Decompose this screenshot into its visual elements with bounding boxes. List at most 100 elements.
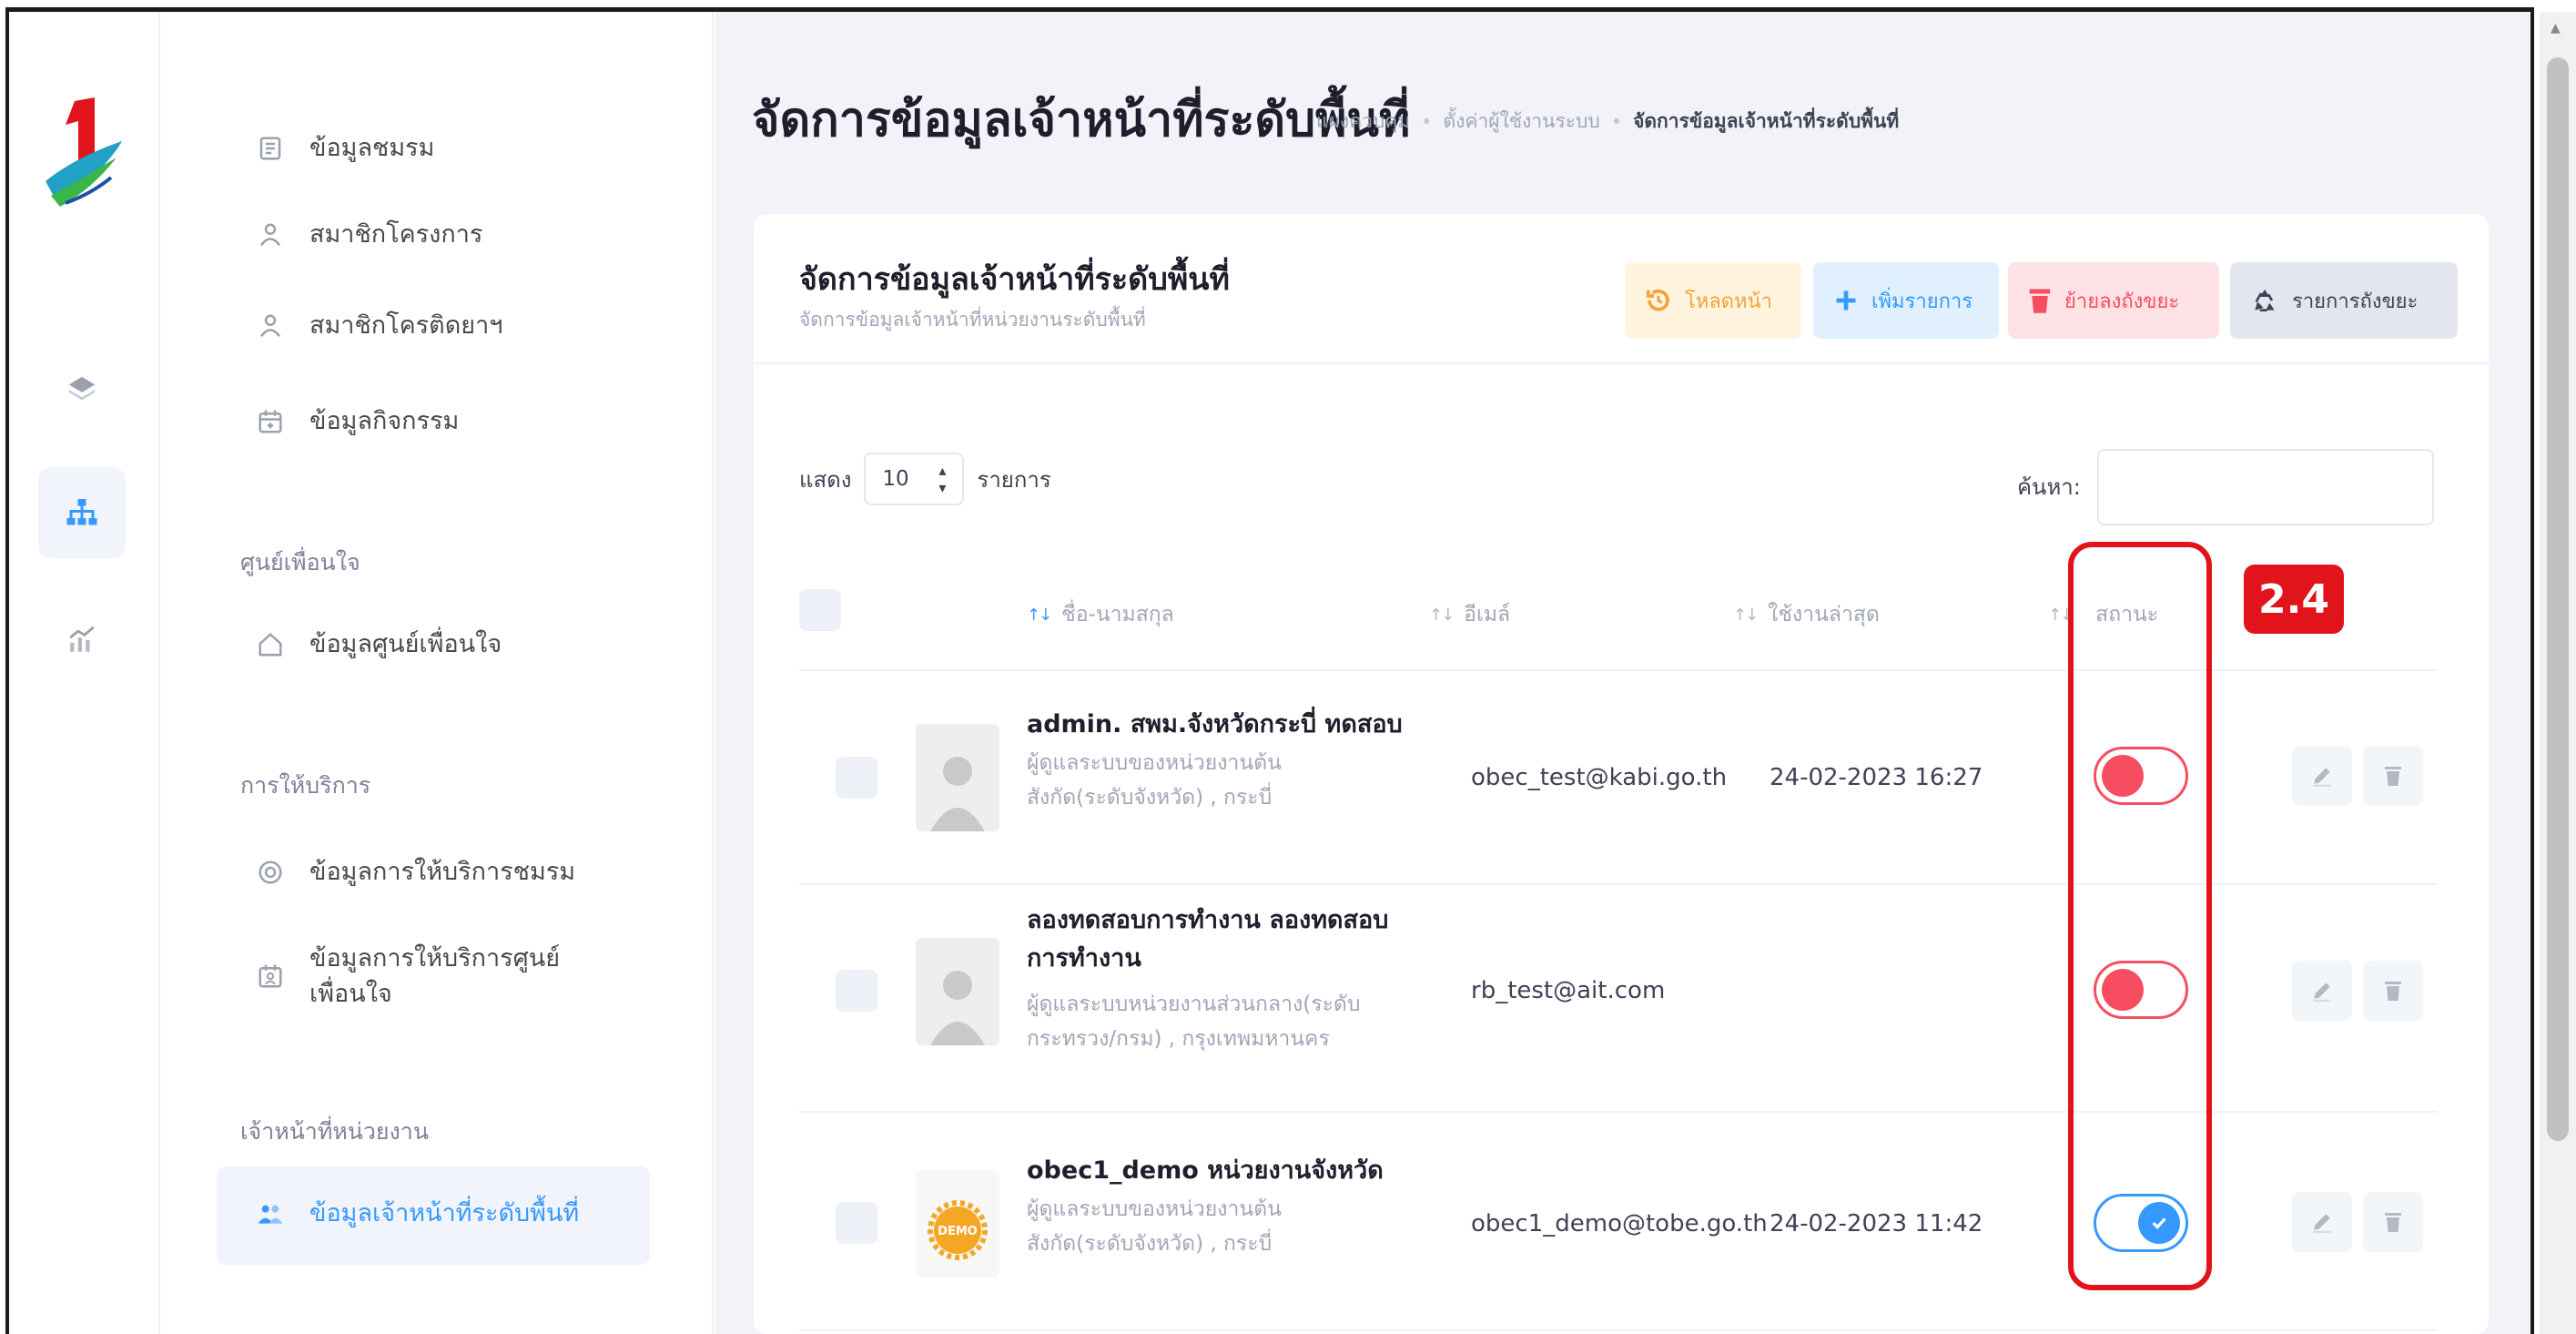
sidebar-item-label: ข้อมูลชมรม [309,134,435,162]
column-header-email[interactable]: ↑↓ อีเมล์ [1429,598,1510,631]
staff-email: obec_test@kabi.go.th [1471,764,1728,791]
add-label: เพิ่มรายการ [1871,290,1973,313]
label-line: เพื่อนใจ [309,980,392,1009]
staff-name: obec1_demo หน่วยงานจังหวัด [1027,1156,1384,1185]
staff-role-line: ผู้ดูแลระบบของหน่วยงานต้น [1027,1197,1282,1221]
page-scrollbar[interactable]: ▲ [2540,12,2576,1334]
sidebar-item-service-center[interactable]: ข้อมูลการให้บริการศูนย์เพื่อนใจ [253,941,560,1012]
row-checkbox[interactable] [836,970,877,1012]
section-heading-center: ศูนย์เพื่อนใจ [240,549,360,575]
user-placeholder-icon [930,971,985,1045]
trash-icon [2385,767,2401,786]
sidebar-item-label: ข้อมูลเจ้าหน้าที่ระดับพื้นที่ [309,1199,580,1227]
search-label: ค้นหา: [2017,474,2081,500]
plus-icon [1836,290,1856,311]
items-label: รายการ [977,466,1051,493]
sidebar-item-label: สมาชิกโครงการ [309,220,483,249]
column-header-name[interactable]: ↑↓ ชื่อ-นามสกุล [1027,598,1174,631]
staff-role-line: กระทรวง/กรม) , กรุงเทพมหานคร [1027,1026,1330,1051]
staff-email: obec1_demo@tobe.go.th [1471,1210,1768,1237]
page-size-select[interactable]: 10 ▴ ▾ [864,453,965,505]
show-label: แสดง [799,466,852,493]
edit-button[interactable] [2292,961,2352,1021]
rail-chart-button[interactable] [38,595,126,686]
edit-button[interactable] [2292,746,2352,806]
rail-sitemap-button[interactable] [38,467,126,558]
sidebar-item-project-members[interactable]: สมาชิกโครงการ [253,217,482,252]
sidebar-item-label: สมาชิกโครติดยาฯ [309,311,503,340]
users-icon [253,1197,288,1231]
user-placeholder-icon [930,757,985,831]
sidebar-item-label: ข้อมูลการให้บริการชมรม [309,858,576,886]
home-icon [253,627,288,662]
staff-role-line: สังกัด(ระดับจังหวัด) , กระบี่ [1027,1231,1273,1256]
add-item-button[interactable]: เพิ่มรายการ [1813,262,1999,339]
sort-icon: ↑↓ [1429,605,1455,625]
recycle-icon [2255,290,2275,311]
breadcrumb-item[interactable]: ตั้งค่าผู้ใช้งานระบบ [1444,107,1600,137]
sidebar-item-club[interactable]: ข้อมูลชมรม [253,130,434,166]
step-badge: 2.4 [2244,565,2344,634]
scroll-up-icon[interactable]: ▲ [2551,21,2561,36]
scroll-thumb[interactable] [2547,57,2569,1141]
card-header: จัดการข้อมูลเจ้าหน้าที่ระดับพื้นที่ จัดก… [754,214,2489,364]
delete-button[interactable] [2363,1192,2423,1252]
sort-icon: ↑↓ [1027,605,1052,625]
page-size-value: 10 [882,467,909,491]
sidebar-item-staff[interactable]: ข้อมูลเจ้าหน้าที่ระดับพื้นที่ [253,1196,579,1231]
trash-label: ย้ายลงถังขยะ [2064,290,2180,313]
club-icon [253,131,288,166]
calendar-icon [253,404,288,439]
sidebar-item-label: ข้อมูลกิจกรรม [309,407,460,435]
trash-icon [2385,1213,2401,1232]
column-header-label: อีเมล์ [1464,603,1511,626]
search-input[interactable] [2097,449,2434,525]
staff-name: admin. สพม.จังหวัดกระบี่ ทดสอบ [1027,710,1403,738]
breadcrumb-item[interactable]: แผงควบคุม [1316,107,1410,137]
layers-icon [68,376,96,401]
row-checkbox[interactable] [836,1202,877,1244]
staff-email: rb_test@ait.com [1471,977,1666,1004]
history-icon [1646,289,1669,311]
trash-icon [2385,982,2401,1001]
row-checkbox[interactable] [836,757,877,799]
icon-rail [9,12,160,1334]
section-heading-staff: เจ้าหน้าที่หน่วยงาน [240,1118,429,1145]
trash-list-button[interactable]: รายการถังขยะ [2230,262,2458,339]
delete-button[interactable] [2363,961,2423,1021]
staff-card: จัดการข้อมูลเจ้าหน้าที่ระดับพื้นที่ จัดก… [754,214,2489,1334]
delete-button[interactable] [2363,746,2423,806]
page-title: จัดการข้อมูลเจ้าหน้าที่ระดับพื้นที่ [752,93,1411,148]
staff-name-line: การทำงาน [1027,943,1141,972]
breadcrumb: แผงควบคุม • ตั้งค่าผู้ใช้งานระบบ • จัดกา… [1316,107,1899,137]
sidebar-item-drug-members[interactable]: สมาชิกโครติดยาฯ [253,308,502,343]
staff-last-used: 24-02-2023 16:27 [1770,764,1983,791]
staff-name: ลองทดสอบการทำงาน ลองทดสอบการทำงาน [1027,901,1455,978]
staff-role: ผู้ดูแลระบบของหน่วยงานต้น สังกัด(ระดับจัง… [1027,747,1455,816]
label-line: ข้อมูลการให้บริการศูนย์ [309,944,561,972]
row-divider [799,1329,2438,1331]
avatar [916,938,999,1045]
trash-icon [2029,289,2051,313]
sidebar: ข้อมูลชมรม สมาชิกโครงการ สมาชิกโครติดยาฯ… [162,12,714,1334]
column-header-last-used[interactable]: ↑↓ ใช้งานล่าสุด [1733,598,1880,631]
staff-role: ผู้ดูแลระบบของหน่วยงานต้นสังกัด(ระดับจัง… [1027,1193,1455,1262]
rail-layers-button[interactable] [38,344,126,435]
section-heading-service: การให้บริการ [240,772,371,799]
app-logo[interactable] [38,94,129,212]
sidebar-item-activities[interactable]: ข้อมูลกิจกรรม [253,403,459,439]
move-to-trash-button[interactable]: ย้ายลงถังขยะ [2008,262,2219,339]
sidebar-item-label: ข้อมูลศูนย์เพื่อนใจ [309,630,502,658]
demo-avatar-icon: DEMO [928,1200,988,1260]
card-subtitle: จัดการข้อมูลเจ้าหน้าที่หน่วยงานระดับพื้น… [799,309,1146,331]
select-all-checkbox[interactable] [799,589,841,631]
reload-button[interactable]: โหลดหน้า [1625,262,1801,339]
staff-name-line: ลองทดสอบการทำงาน ลองทดสอบ [1027,906,1389,934]
breadcrumb-current: จัดการข้อมูลเจ้าหน้าที่ระดับพื้นที่ [1633,110,1900,132]
sort-icon: ↑↓ [1733,605,1759,625]
demo-avatar-text: DEMO [938,1225,978,1238]
edit-button[interactable] [2292,1192,2352,1252]
sidebar-item-service-club[interactable]: ข้อมูลการให้บริการชมรม [253,854,575,890]
sidebar-item-center-info[interactable]: ข้อมูลศูนย์เพื่อนใจ [253,626,502,662]
chart-icon [69,626,95,652]
